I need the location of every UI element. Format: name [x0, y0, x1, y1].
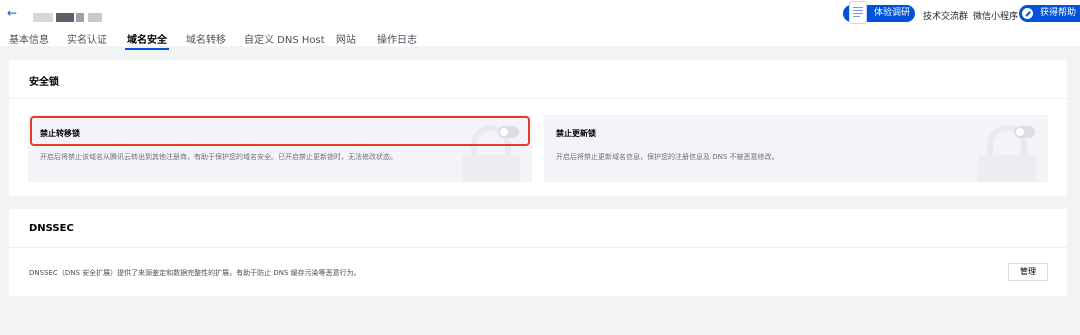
tab-custom-dns-host[interactable]: 自定义 DNS Host — [244, 31, 325, 46]
security-lock-title: 安全锁 — [29, 77, 59, 88]
dnssec-description: DNSSEC（DNS 安全扩展）提供了来源鉴定和数据完整性的扩展，有助于防止 D… — [29, 269, 361, 277]
tab-real-name[interactable]: 实名认证 — [67, 31, 107, 46]
compass-icon — [1022, 8, 1033, 19]
divider — [9, 247, 1067, 248]
survey-button[interactable]: 体验调研 — [843, 2, 915, 23]
manage-button[interactable]: 管理 — [1008, 263, 1048, 281]
tab-basic-info[interactable]: 基本信息 — [9, 31, 49, 46]
update-lock-toggle[interactable] — [1014, 126, 1035, 138]
tab-website[interactable]: 网站 — [336, 31, 356, 46]
tab-domain-security[interactable]: 域名安全 — [125, 31, 169, 50]
help-label: 获得帮助 — [1040, 8, 1077, 18]
document-icon — [850, 2, 866, 23]
survey-label: 体验调研 — [874, 8, 911, 18]
dnssec-card: DNSSEC DNSSEC（DNS 安全扩展）提供了来源鉴定和数据完整性的扩展，… — [9, 209, 1067, 296]
transfer-lock-highlight-box — [30, 116, 530, 146]
tab-domain-transfer[interactable]: 域名转移 — [186, 31, 226, 46]
mini-program-link[interactable]: 微信小程序 — [973, 9, 1018, 22]
transfer-lock-description: 开启后将禁止该域名从腾讯云转出到其他注册商，有助于保护您的域名安全。已开启禁止更… — [40, 153, 397, 161]
divider — [9, 98, 1067, 99]
tab-operation-log[interactable]: 操作日志 — [377, 31, 417, 46]
back-arrow-icon[interactable]: ← — [7, 6, 17, 20]
tech-group-link[interactable]: 技术交流群 — [923, 9, 968, 22]
dnssec-title: DNSSEC — [29, 223, 74, 234]
update-lock-description: 开启后将禁止更新域名信息，保护您的注册信息及 DNS 不被恶意修改。 — [556, 153, 779, 161]
get-help-button[interactable]: 获得帮助 — [1019, 5, 1080, 22]
update-lock-label: 禁止更新锁 — [556, 129, 596, 138]
top-bar: ← 体验调研 技术交流群 微信小程序 获得帮助 基本信息 实名认证 域名安全 域… — [0, 0, 1080, 50]
update-lock-panel: 禁止更新锁 开启后将禁止更新域名信息，保护您的注册信息及 DNS 不被恶意修改。 — [544, 115, 1048, 182]
